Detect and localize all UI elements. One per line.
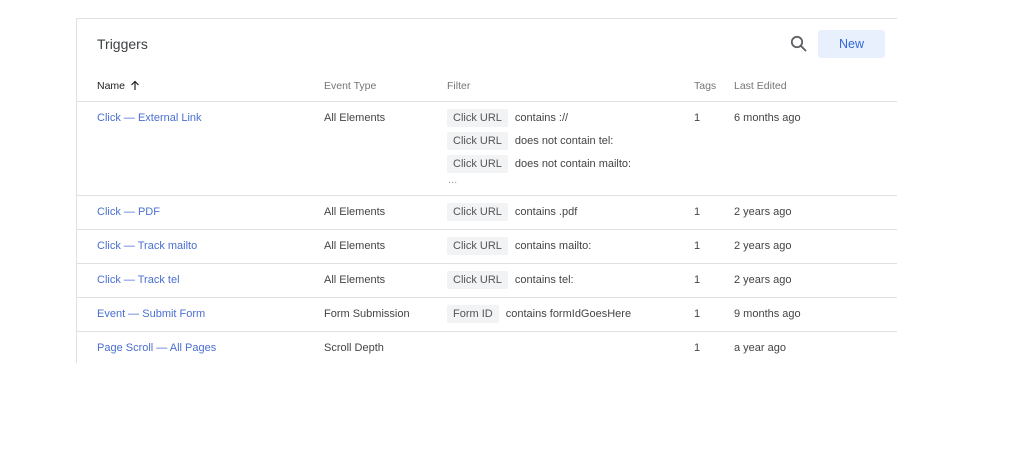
filter-condition: Click URL contains .pdf xyxy=(447,201,577,224)
filter-list: Form ID contains formIdGoesHere xyxy=(447,303,631,326)
filter-variable-chip: Click URL xyxy=(447,109,508,127)
filter-text: contains mailto: xyxy=(514,240,592,252)
event-type: All Elements xyxy=(324,274,386,286)
filter-condition: Click URL contains :// xyxy=(447,107,631,130)
filter-text: contains formIdGoesHere xyxy=(505,308,632,320)
event-type: All Elements xyxy=(324,206,386,218)
last-edited: 2 years ago xyxy=(734,240,792,252)
last-edited: 2 years ago xyxy=(734,206,792,218)
table-row[interactable]: Click — External Link All Elements Click… xyxy=(77,102,897,196)
event-type: All Elements xyxy=(324,112,386,124)
event-type: Scroll Depth xyxy=(324,342,384,354)
filter-list: Click URL contains mailto: xyxy=(447,235,591,258)
table-row[interactable]: Click — PDF All Elements Click URL contai… xyxy=(77,196,897,230)
last-edited: a year ago xyxy=(734,342,786,354)
card-header: Triggers New xyxy=(77,19,897,71)
triggers-card: Triggers New Name Event Type Filter Tags… xyxy=(76,18,897,363)
filter-list: Click URL contains tel: xyxy=(447,269,574,292)
column-header-name-label: Name xyxy=(97,80,126,92)
arrow-up-icon xyxy=(131,80,139,90)
event-type: All Elements xyxy=(324,240,386,252)
filter-condition: Click URL contains mailto: xyxy=(447,235,591,258)
filter-text: contains :// xyxy=(514,112,569,124)
tag-count: 1 xyxy=(694,308,701,320)
filter-condition: Form ID contains formIdGoesHere xyxy=(447,303,631,326)
search-icon xyxy=(790,35,807,52)
last-edited: 2 years ago xyxy=(734,274,792,286)
table-header: Name Event Type Filter Tags Last Edited xyxy=(77,71,897,102)
tag-count: 1 xyxy=(694,274,701,286)
tag-count: 1 xyxy=(694,240,701,252)
filter-text: contains .pdf xyxy=(514,206,578,218)
tag-count: 1 xyxy=(694,112,701,124)
filter-variable-chip: Click URL xyxy=(447,203,508,221)
filter-variable-chip: Click URL xyxy=(447,271,508,289)
tag-count: 1 xyxy=(694,342,701,354)
card-title: Triggers xyxy=(97,36,148,52)
filter-text: does not contain mailto: xyxy=(514,158,632,170)
column-header-name[interactable]: Name xyxy=(97,80,140,92)
search-button[interactable] xyxy=(789,34,809,54)
filter-list: Click URL contains :// Click URL does not … xyxy=(447,107,631,188)
trigger-name-link[interactable]: Click — Track tel xyxy=(97,274,180,286)
last-edited: 6 months ago xyxy=(734,112,801,124)
filter-variable-chip: Form ID xyxy=(447,305,499,323)
filter-variable-chip: Click URL xyxy=(447,237,508,255)
column-header-tags[interactable]: Tags xyxy=(694,80,716,92)
trigger-name-link[interactable]: Click — Track mailto xyxy=(97,240,197,252)
filter-text: contains tel: xyxy=(514,274,574,286)
filter-list: Click URL contains .pdf xyxy=(447,201,577,224)
filter-condition: Click URL contains tel: xyxy=(447,269,574,292)
trigger-name-link[interactable]: Event — Submit Form xyxy=(97,308,205,320)
filter-variable-chip: Click URL xyxy=(447,155,508,173)
last-edited: 9 months ago xyxy=(734,308,801,320)
filter-more-ellipsis: ... xyxy=(448,174,458,186)
table-row[interactable]: Click — Track mailto All Elements Click … xyxy=(77,230,897,264)
filter-variable-chip: Click URL xyxy=(447,132,508,150)
filter-text: does not contain tel: xyxy=(514,135,614,147)
column-header-last-edited[interactable]: Last Edited xyxy=(734,80,787,92)
trigger-name-link[interactable]: Page Scroll — All Pages xyxy=(97,342,216,354)
event-type: Form Submission xyxy=(324,308,410,320)
filter-condition: Click URL does not contain mailto: xyxy=(447,153,631,176)
table-row[interactable]: Page Scroll — All Pages Scroll Depth 1 a… xyxy=(77,332,897,362)
column-header-filter: Filter xyxy=(447,80,471,92)
column-header-event-type[interactable]: Event Type xyxy=(324,80,376,92)
new-trigger-button[interactable]: New xyxy=(818,30,885,58)
filter-condition: Click URL does not contain tel: xyxy=(447,130,631,153)
trigger-name-link[interactable]: Click — PDF xyxy=(97,206,160,218)
table-row[interactable]: Event — Submit Form Form Submission Form… xyxy=(77,298,897,332)
table-row[interactable]: Click — Track tel All Elements Click URL… xyxy=(77,264,897,298)
trigger-name-link[interactable]: Click — External Link xyxy=(97,112,202,124)
tag-count: 1 xyxy=(694,206,701,218)
